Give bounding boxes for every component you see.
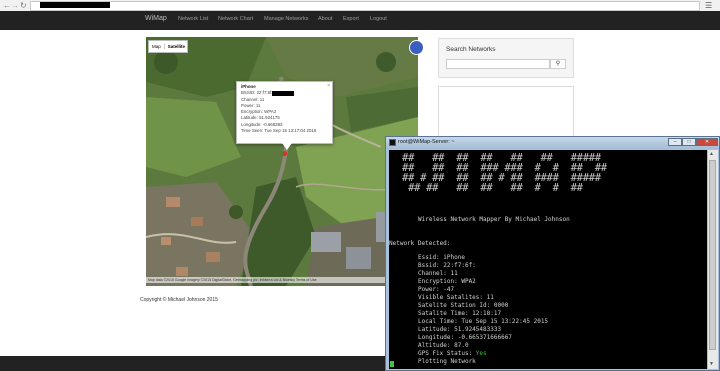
- search-icon: ⚲: [555, 61, 561, 67]
- minimize-button[interactable]: –: [668, 138, 682, 146]
- map-type-map[interactable]: Map: [149, 44, 164, 49]
- terminal-line: Bssid: 22:f7:6f:: [418, 262, 476, 269]
- nav-logout[interactable]: Logout: [370, 16, 387, 22]
- terminal-cursor: [390, 361, 394, 367]
- map-marker-icon[interactable]: [283, 151, 287, 156]
- map-type-satellite[interactable]: Satellite: [163, 44, 188, 49]
- street-view-pegman-icon[interactable]: [409, 40, 424, 55]
- nav-manage-networks[interactable]: Manage Networks: [264, 16, 308, 22]
- terminal-line: Essid: iPhone: [418, 254, 465, 261]
- terminal-line: Satalite Time: 12:18:17: [418, 310, 502, 317]
- terminal-line: Altitude: 87.0: [418, 342, 469, 349]
- map-info-window: iPhone BSSID: 22:f7:6f: Channel: 11 Powe…: [236, 81, 333, 144]
- terminal-line: Latitude: 51.9245483333: [418, 326, 502, 333]
- search-input[interactable]: [446, 59, 550, 69]
- terminal-line: Power: -47: [418, 286, 455, 293]
- redacted-bssid: [272, 90, 295, 96]
- scroll-down-arrow-icon[interactable]: ▼: [709, 361, 714, 367]
- maximize-button[interactable]: □: [682, 138, 696, 146]
- brand-link[interactable]: WiMap: [145, 15, 167, 22]
- map-imagery: [146, 37, 418, 286]
- app-navbar: [0, 11, 720, 30]
- nav-network-chart[interactable]: Network Chart: [218, 16, 253, 22]
- terminal-line: Visible Satalites: 11: [418, 294, 494, 301]
- close-icon[interactable]: ×: [327, 83, 330, 89]
- terminal-line: Satelite Station Id: 0000: [418, 302, 509, 309]
- nav-export[interactable]: Export: [343, 16, 359, 22]
- terminal-icon: [389, 139, 396, 146]
- terminal-line: Longitude: -0.665371666667: [418, 334, 512, 341]
- redacted-url: [40, 2, 110, 8]
- info-time-seen: Time Seen: Tue Sep 15 13:17:04 2015: [241, 128, 317, 134]
- scrollbar-thumb[interactable]: [709, 160, 716, 350]
- address-bar[interactable]: [30, 1, 700, 11]
- terminal-line: Channel: 11: [418, 270, 458, 277]
- terminal-subtitle: Wireless Network Mapper By Michael Johns…: [418, 216, 570, 223]
- map-type-control: Map Satellite: [148, 40, 188, 53]
- forward-arrow-icon[interactable]: →: [11, 1, 19, 10]
- terminal-title: root@WiMap-Server: ~: [398, 139, 455, 145]
- info-window-tail: [282, 143, 292, 150]
- map-attribution: Map data ©2015 Google Imagery ©2015 Digi…: [146, 277, 418, 283]
- search-title: Search Networks: [446, 46, 496, 53]
- scroll-up-arrow-icon[interactable]: ▲: [709, 151, 714, 157]
- search-button[interactable]: ⚲: [550, 59, 566, 69]
- satellite-map[interactable]: [146, 37, 418, 286]
- terminal-line: Local Time: Tue Sep 15 13:22:45 2015: [418, 318, 549, 325]
- reload-icon[interactable]: ↻: [20, 1, 27, 10]
- nav-network-list[interactable]: Network List: [178, 16, 208, 22]
- nav-about[interactable]: About: [318, 16, 332, 22]
- terminal-gps-status: GPS Fix Status: Yes: [418, 350, 487, 357]
- close-button[interactable]: ✕: [696, 138, 718, 146]
- wimap-ascii-logo: ## ## ## ## ## ## ##### ## ## ## ### ###…: [402, 152, 607, 194]
- hamburger-menu-icon[interactable]: ☰: [705, 1, 712, 10]
- search-panel: [438, 38, 574, 78]
- gps-status-value: Yes: [475, 350, 487, 357]
- back-arrow-icon[interactable]: ←: [3, 1, 11, 10]
- terminal-plotting: Plotting Network: [418, 358, 476, 365]
- terminal-line: Encryption: WPA2: [418, 278, 476, 285]
- results-panel: [438, 86, 574, 140]
- footer-copyright: Copyright © Michael Johnson 2015: [140, 297, 218, 303]
- terminal-detected: Network Detected:: [389, 240, 451, 247]
